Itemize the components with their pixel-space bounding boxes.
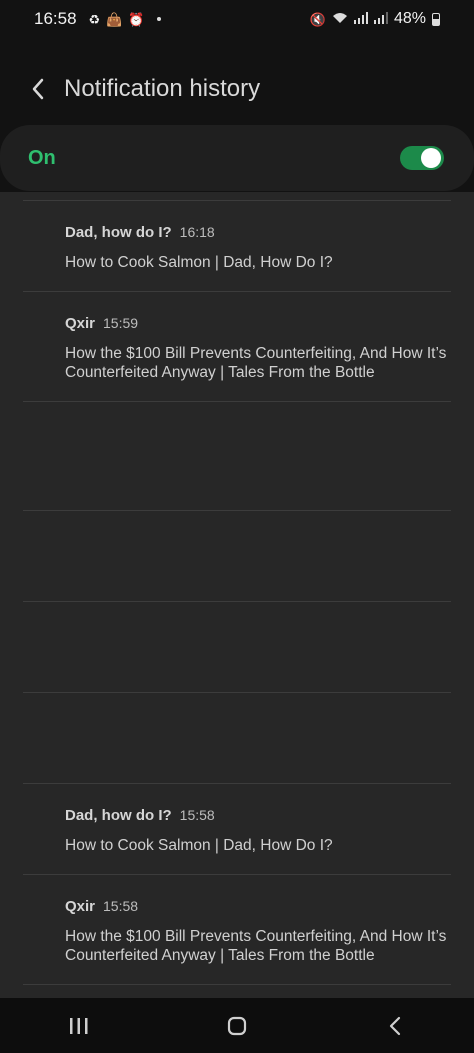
battery-icon	[432, 12, 440, 26]
divider	[23, 200, 451, 201]
divider	[23, 692, 451, 693]
notification-body: How the $100 Bill Prevents Counterfeitin…	[65, 345, 447, 381]
notification-item[interactable]: Dad, how do I? 16:18 How to Cook Salmon …	[65, 224, 465, 272]
battery-percent: 48%	[393, 10, 426, 27]
status-right: 🔇 48%	[310, 10, 440, 28]
system-navigation-bar	[0, 998, 474, 1053]
toggle-switch[interactable]	[400, 146, 444, 170]
divider	[23, 874, 451, 875]
divider	[23, 291, 451, 292]
notification-time: 15:59	[103, 315, 139, 331]
back-arrow-icon	[32, 78, 44, 100]
status-time: 16:58	[34, 9, 77, 28]
shopping-bag-icon: 👜	[106, 11, 123, 27]
status-left: 16:58 ♻ 👜 ⏰	[34, 9, 161, 29]
notification-app: Dad, how do I?	[65, 224, 172, 241]
divider	[23, 984, 451, 985]
alarm-icon: ⏰	[128, 11, 145, 27]
more-notifications-dot-icon	[156, 17, 161, 21]
notification-list: Dad, how do I? 16:18 How to Cook Salmon …	[0, 192, 474, 998]
signal-icon	[353, 12, 368, 26]
signal-icon-2	[373, 12, 388, 26]
wifi-icon	[332, 12, 348, 26]
notification-meta: Qxir 15:58	[65, 898, 465, 915]
page-title: Notification history	[64, 75, 261, 102]
mute-icon: 🔇	[309, 11, 326, 27]
notification-body: How to Cook Salmon | Dad, How Do I?	[65, 254, 333, 271]
divider	[23, 601, 451, 602]
home-button[interactable]	[207, 1006, 267, 1046]
notification-item[interactable]: Dad, how do I? 15:58 How to Cook Salmon …	[65, 807, 465, 855]
notification-body: How to Cook Salmon | Dad, How Do I?	[65, 837, 333, 854]
notification-time: 16:18	[179, 224, 215, 240]
notification-item[interactable]: Qxir 15:59 How the $100 Bill Prevents Co…	[65, 315, 465, 382]
back-button[interactable]	[18, 69, 58, 109]
divider	[23, 783, 451, 784]
notification-meta: Dad, how do I? 15:58	[65, 807, 465, 824]
recent-apps-button[interactable]	[49, 1006, 109, 1046]
notification-history-toggle-row[interactable]: On	[0, 125, 474, 191]
notification-app: Dad, how do I?	[65, 807, 172, 824]
recent-apps-icon	[70, 1017, 88, 1034]
notification-item[interactable]: Qxir 15:58 How the $100 Bill Prevents Co…	[65, 898, 465, 965]
recycle-icon: ♻	[88, 11, 101, 27]
nav-back-button[interactable]	[365, 1006, 425, 1046]
status-bar: 16:58 ♻ 👜 ⏰ 🔇 48%	[0, 0, 474, 38]
notification-meta: Qxir 15:59	[65, 315, 465, 332]
toggle-knob	[421, 148, 441, 168]
divider	[23, 510, 451, 511]
notification-time: 15:58	[179, 807, 215, 823]
notification-time: 15:58	[103, 898, 139, 914]
divider	[23, 401, 451, 402]
toggle-label: On	[28, 146, 56, 169]
notification-app: Qxir	[65, 315, 96, 332]
notification-meta: Dad, how do I? 16:18	[65, 224, 465, 241]
home-icon	[227, 1016, 247, 1035]
back-icon	[389, 1016, 401, 1035]
notification-app: Qxir	[65, 898, 96, 915]
notification-body: How the $100 Bill Prevents Counterfeitin…	[65, 928, 447, 964]
app-header: Notification history	[0, 58, 474, 120]
